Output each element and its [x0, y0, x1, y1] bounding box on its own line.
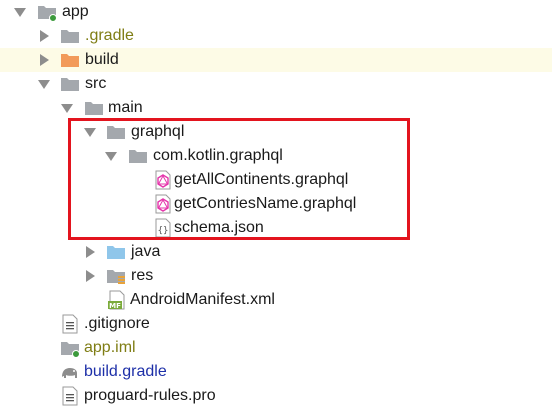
folder-icon [61, 30, 79, 43]
tree-node-file-schema[interactable]: {} schema.json [0, 216, 552, 240]
tree-node-graphql[interactable]: graphql [0, 120, 552, 144]
expand-arrow-icon[interactable] [86, 270, 95, 282]
svg-text:MF: MF [109, 302, 121, 310]
collapse-arrow-icon[interactable] [84, 128, 96, 137]
module-folder-icon [38, 6, 57, 22]
tree-node-main[interactable]: main [0, 96, 552, 120]
tree-label-java: java [131, 243, 161, 260]
tree-node-build-gradle[interactable]: build.gradle [0, 360, 552, 384]
tree-label-proguard: proguard-rules.pro [84, 387, 216, 404]
text-file-icon [62, 386, 78, 406]
tree-node-file-countries[interactable]: getContriesName.graphql [0, 192, 552, 216]
tree-node-proguard[interactable]: proguard-rules.pro [0, 384, 552, 408]
tree-node-src[interactable]: src [0, 72, 552, 96]
folder-icon [61, 78, 79, 91]
tree-label-file-countries: getContriesName.graphql [174, 195, 357, 212]
tree-label-graphql: graphql [131, 123, 185, 140]
tree-node-package[interactable]: com.kotlin.graphql [0, 144, 552, 168]
json-file-icon: {} [155, 218, 171, 238]
tree-label-manifest: AndroidManifest.xml [130, 291, 275, 308]
manifest-file-icon: MF [108, 290, 125, 310]
resources-folder-icon [107, 270, 125, 284]
gradle-elephant-icon [62, 368, 77, 378]
text-file-icon [62, 314, 78, 334]
collapse-arrow-icon[interactable] [105, 152, 117, 161]
tree-node-file-continents[interactable]: getAllContinents.graphql [0, 168, 552, 192]
project-tree: app .gradle build src main graphql com.k… [0, 0, 552, 408]
collapse-arrow-icon[interactable] [61, 104, 73, 113]
tree-node-manifest[interactable]: MF AndroidManifest.xml [0, 288, 552, 312]
tree-label-package: com.kotlin.graphql [153, 147, 283, 164]
folder-icon [85, 102, 103, 115]
source-folder-icon [107, 246, 125, 259]
excluded-folder-icon [61, 54, 79, 67]
tree-node-java[interactable]: java [0, 240, 552, 264]
tree-node-app[interactable]: app [0, 0, 552, 24]
tree-node-gitignore[interactable]: .gitignore [0, 312, 552, 336]
tree-label-build-dir: build [85, 51, 119, 68]
collapse-arrow-icon[interactable] [14, 8, 26, 17]
graphql-file-icon [155, 194, 171, 214]
module-file-icon [61, 342, 80, 358]
tree-label-build-gradle: build.gradle [84, 363, 167, 380]
tree-label-gitignore: .gitignore [84, 315, 150, 332]
tree-label-file-continents: getAllContinents.graphql [174, 171, 349, 188]
expand-arrow-icon[interactable] [40, 30, 49, 42]
tree-node-gradle-dir[interactable]: .gradle [0, 24, 552, 48]
tree-label-iml: app.iml [84, 339, 136, 356]
graphql-file-icon [155, 170, 171, 190]
expand-arrow-icon[interactable] [86, 246, 95, 258]
tree-label-gradle-dir: .gradle [85, 27, 134, 44]
tree-label-app: app [62, 3, 89, 20]
tree-label-src: src [85, 75, 107, 92]
collapse-arrow-icon[interactable] [38, 80, 50, 89]
folder-icon [129, 150, 147, 163]
tree-node-build-dir[interactable]: build [0, 48, 552, 72]
tree-label-main: main [108, 99, 143, 116]
tree-label-res: res [131, 267, 154, 284]
tree-node-res[interactable]: res [0, 264, 552, 288]
svg-text:{}: {} [158, 226, 169, 236]
expand-arrow-icon[interactable] [40, 54, 49, 66]
tree-label-file-schema: schema.json [174, 219, 264, 236]
tree-node-iml[interactable]: app.iml [0, 336, 552, 360]
folder-icon [107, 126, 125, 139]
